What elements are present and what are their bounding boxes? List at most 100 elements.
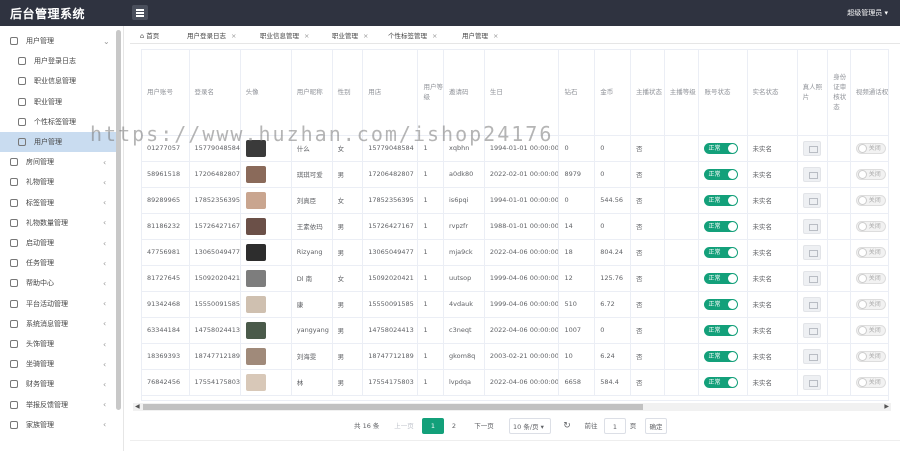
close-icon[interactable]: ×: [493, 32, 498, 40]
avatar[interactable]: [245, 321, 266, 339]
image-icon[interactable]: [802, 296, 821, 312]
sidebar-item[interactable]: 财务管理 ‹: [0, 374, 116, 394]
video-permission-toggle[interactable]: 关闭: [855, 376, 886, 388]
sidebar-item-label: 举报反馈管理: [26, 400, 68, 409]
account-status-toggle[interactable]: 正常: [704, 220, 739, 232]
page-1-button[interactable]: 1: [422, 418, 444, 434]
menu-item-icon: [10, 420, 18, 429]
tab-item[interactable]: 用户管理 ×: [462, 30, 498, 40]
image-icon[interactable]: [802, 322, 821, 338]
sidebar-item[interactable]: 标签管理 ‹: [0, 193, 116, 213]
image-icon[interactable]: [802, 218, 821, 234]
avatar[interactable]: [245, 295, 266, 313]
image-icon[interactable]: [802, 244, 821, 260]
page-size-select[interactable]: 10 条/页 ▾: [509, 418, 551, 434]
page-2-button[interactable]: 2: [446, 418, 462, 434]
cell-diamond: 0: [558, 135, 596, 162]
sidebar-item[interactable]: 平台活动管理 ‹: [0, 294, 116, 314]
account-status-toggle[interactable]: 正常: [704, 272, 739, 284]
close-icon[interactable]: ×: [231, 32, 236, 40]
account-status-toggle[interactable]: 正常: [704, 324, 739, 336]
scroll-right-icon[interactable]: ▶: [884, 403, 889, 410]
cell-login: 17554175803: [189, 369, 241, 396]
video-permission-toggle[interactable]: 关闭: [855, 168, 886, 180]
tab-item[interactable]: 用户登录日志 ×: [187, 30, 236, 40]
cell-diamond: 14: [558, 213, 596, 240]
sidebar-item[interactable]: 启动管理 ‹: [0, 233, 116, 253]
sidebar-item[interactable]: 家族管理 ‹: [0, 415, 116, 435]
sidebar-item[interactable]: 职业管理: [0, 92, 116, 112]
sidebar-item[interactable]: 坐骑管理 ‹: [0, 354, 116, 374]
sidebar-item[interactable]: 用户管理 ⌄: [0, 31, 116, 51]
sidebar-item[interactable]: 头饰管理 ‹: [0, 334, 116, 354]
scroll-thumb[interactable]: [143, 404, 643, 410]
user-table: 用户账号 登录名 头像 用户昵称 性别 用店 用户等级 邀请码 生日 钻石 金币 主播状态 主播等级 账号…: [141, 49, 889, 401]
cell-invite: uutsop: [443, 265, 485, 292]
account-status-cell: 正常: [698, 265, 748, 292]
video-permission-toggle[interactable]: 关闭: [855, 142, 886, 154]
video-permission-toggle[interactable]: 关闭: [855, 272, 886, 284]
admin-user-menu[interactable]: 超级管理员 ▾: [847, 8, 888, 18]
sidebar-item[interactable]: 任务管理 ‹: [0, 253, 116, 273]
sidebar-item[interactable]: 帮助中心 ‹: [0, 273, 116, 293]
avatar[interactable]: [245, 373, 266, 391]
account-status-toggle[interactable]: 正常: [704, 194, 739, 206]
avatar[interactable]: [245, 217, 266, 235]
account-status-toggle[interactable]: 正常: [704, 376, 739, 388]
avatar[interactable]: [245, 191, 266, 209]
cell-real: 未实名: [747, 265, 798, 292]
image-icon[interactable]: [802, 348, 821, 364]
avatar[interactable]: [245, 165, 266, 183]
account-status-toggle[interactable]: 正常: [704, 298, 739, 310]
chevron-icon: ‹: [103, 218, 107, 228]
avatar[interactable]: [245, 243, 266, 261]
close-icon[interactable]: ×: [363, 32, 368, 40]
close-icon[interactable]: ×: [432, 32, 437, 40]
sidebar-item[interactable]: 礼物数量管理 ‹: [0, 213, 116, 233]
sidebar-item-label: 标签管理: [26, 198, 54, 207]
image-icon[interactable]: [802, 166, 821, 182]
top-header: 后台管理系统 超级管理员 ▾: [0, 0, 900, 26]
menu-item-icon: [10, 218, 18, 227]
tab-item[interactable]: 职业管理 ×: [332, 30, 368, 40]
video-permission-toggle[interactable]: 关闭: [855, 220, 886, 232]
video-permission-toggle[interactable]: 关闭: [855, 194, 886, 206]
image-icon[interactable]: [802, 192, 821, 208]
video-permission-toggle[interactable]: 关闭: [855, 246, 886, 258]
sidebar-item[interactable]: 系统消息管理 ‹: [0, 314, 116, 334]
account-status-toggle[interactable]: 正常: [704, 246, 739, 258]
image-icon[interactable]: [802, 374, 821, 390]
account-status-toggle[interactable]: 正常: [704, 350, 739, 362]
account-status-cell: 正常: [698, 343, 748, 370]
account-status-toggle[interactable]: 正常: [704, 142, 739, 154]
prev-page-button[interactable]: 上一页: [392, 418, 416, 434]
sidebar-item[interactable]: 房间管理 ‹: [0, 152, 116, 172]
refresh-icon[interactable]: ↻: [561, 418, 573, 434]
confirm-button[interactable]: 确定: [645, 418, 667, 434]
close-icon[interactable]: ×: [304, 32, 309, 40]
table-horizontal-scrollbar[interactable]: ◀ ▶: [133, 403, 891, 411]
menu-toggle-button[interactable]: [132, 5, 148, 20]
cell-account: 81186232: [142, 213, 190, 240]
sidebar-item[interactable]: 举报反馈管理 ‹: [0, 395, 116, 415]
account-status-toggle[interactable]: 正常: [704, 168, 739, 180]
sidebar-item[interactable]: 礼物管理 ‹: [0, 172, 116, 192]
tab-item[interactable]: ⌂ 首页: [140, 30, 164, 40]
sidebar-item[interactable]: 职业信息管理: [0, 71, 116, 91]
cell-gender: 男: [332, 213, 364, 240]
avatar[interactable]: [245, 269, 266, 287]
image-icon[interactable]: [802, 140, 821, 156]
next-page-button[interactable]: 下一页: [472, 418, 496, 434]
video-permission-toggle[interactable]: 关闭: [855, 324, 886, 336]
tab-item[interactable]: 职业信息管理 ×: [260, 30, 309, 40]
goto-page-input[interactable]: 1: [604, 418, 626, 434]
cell-anchor_level: [664, 239, 700, 266]
avatar[interactable]: [245, 347, 266, 365]
scroll-left-icon[interactable]: ◀: [135, 403, 140, 410]
image-icon[interactable]: [802, 270, 821, 286]
video-permission-toggle[interactable]: 关闭: [855, 298, 886, 310]
sidebar-scrollbar[interactable]: [116, 30, 121, 410]
sidebar-item[interactable]: 用户登录日志: [0, 51, 116, 71]
video-permission-toggle[interactable]: 关闭: [855, 350, 886, 362]
tab-item[interactable]: 个性标签管理 ×: [388, 30, 437, 40]
